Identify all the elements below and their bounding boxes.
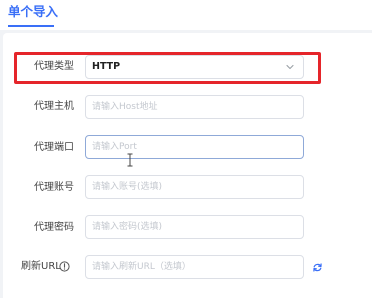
refresh-url-placeholder: 请输入刷新URL（选填） xyxy=(92,262,191,272)
info-icon[interactable] xyxy=(59,261,70,272)
proxy-host-label: 代理主机 xyxy=(34,101,74,112)
text-cursor-icon xyxy=(127,153,133,167)
proxy-account-placeholder: 请输入账号(选填) xyxy=(92,182,163,192)
tab-bar: 单个导入 xyxy=(0,0,372,30)
proxy-host-input[interactable]: 请输入Host地址 xyxy=(85,95,304,119)
proxy-host-placeholder: 请输入Host地址 xyxy=(92,102,158,112)
tab-single-import[interactable]: 单个导入 xyxy=(8,4,58,20)
proxy-account-input[interactable]: 请输入账号(选填) xyxy=(85,175,304,199)
proxy-account-label: 代理账号 xyxy=(34,182,74,193)
refresh-icon[interactable] xyxy=(312,262,323,273)
proxy-password-input[interactable]: 请输入密码(选填) xyxy=(85,215,304,239)
proxy-port-label: 代理端口 xyxy=(34,142,74,153)
proxy-password-label: 代理密码 xyxy=(34,222,74,233)
proxy-password-placeholder: 请输入密码(选填) xyxy=(92,222,163,232)
refresh-url-input[interactable]: 请输入刷新URL（选填） xyxy=(85,255,304,279)
proxy-port-input[interactable]: 请输入Port xyxy=(85,135,304,159)
proxy-port-placeholder: 请输入Port xyxy=(92,142,137,152)
active-tab-indicator xyxy=(8,25,54,27)
refresh-url-label: 刷新URL xyxy=(21,261,61,272)
highlight-annotation-box xyxy=(14,52,321,84)
